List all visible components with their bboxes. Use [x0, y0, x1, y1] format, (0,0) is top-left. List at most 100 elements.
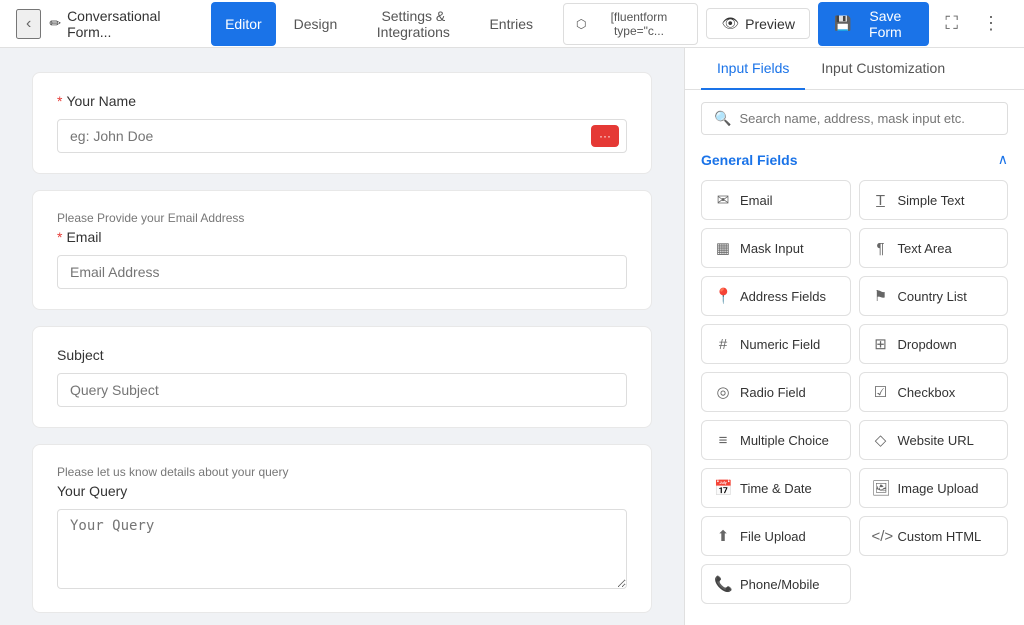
- field-btn-label: Email: [740, 193, 773, 208]
- subject-field-card: Subject: [32, 326, 652, 428]
- field-btn-radio-field[interactable]: ◎ Radio Field: [701, 372, 851, 412]
- field-btn-image-upload[interactable]: 🖼 Image Upload: [859, 468, 1009, 508]
- main-layout: * Your Name ··· Please Provide your Emai…: [0, 48, 1024, 625]
- field-btn-label: Radio Field: [740, 385, 806, 400]
- search-input[interactable]: [739, 111, 995, 126]
- required-star: *: [57, 93, 62, 109]
- shortcode-icon: ⬡: [576, 17, 586, 31]
- email-field-icon: ✉: [714, 191, 732, 209]
- preview-label: Preview: [745, 16, 795, 32]
- query-label: Your Query: [57, 483, 627, 499]
- text-area-icon: ¶: [872, 240, 890, 257]
- shortcode-button[interactable]: ⬡ [fluentform type="c...: [563, 3, 698, 45]
- required-star-email: *: [57, 229, 62, 245]
- field-btn-custom-html[interactable]: </> Custom HTML: [859, 516, 1009, 556]
- subject-label: Subject: [57, 347, 627, 363]
- field-btn-label: Numeric Field: [740, 337, 820, 352]
- tab-editor[interactable]: Editor: [211, 2, 276, 46]
- country-list-icon: ⚑: [872, 287, 890, 305]
- form-title-text: Conversational Form...: [67, 8, 187, 40]
- custom-html-icon: </>: [872, 528, 890, 545]
- field-btn-label: Country List: [898, 289, 967, 304]
- back-button[interactable]: ‹: [16, 9, 41, 39]
- query-textarea[interactable]: [57, 509, 627, 589]
- panel-tabs: Input Fields Input Customization: [685, 48, 1024, 90]
- field-btn-checkbox[interactable]: ☑ Checkbox: [859, 372, 1009, 412]
- field-btn-email[interactable]: ✉ Email: [701, 180, 851, 220]
- field-btn-country-list[interactable]: ⚑ Country List: [859, 276, 1009, 316]
- field-btn-label: Mask Input: [740, 241, 804, 256]
- mask-input-icon: ▦: [714, 239, 732, 257]
- field-btn-multiple-choice[interactable]: ≡ Multiple Choice: [701, 420, 851, 460]
- phone-mobile-icon: 📞: [714, 575, 732, 593]
- field-btn-text-area[interactable]: ¶ Text Area: [859, 228, 1009, 268]
- field-btn-label: Dropdown: [898, 337, 957, 352]
- eye-icon: 👁: [721, 15, 739, 32]
- tab-input-fields[interactable]: Input Fields: [701, 48, 805, 90]
- email-input[interactable]: [57, 255, 627, 289]
- radio-field-icon: ◎: [714, 383, 732, 401]
- search-box: 🔍: [701, 102, 1008, 135]
- tab-input-customization[interactable]: Input Customization: [805, 48, 961, 90]
- fullscreen-button[interactable]: ⛶: [937, 9, 966, 38]
- simple-text-icon: T̲: [872, 192, 890, 209]
- field-btn-label: Text Area: [898, 241, 952, 256]
- checkbox-icon: ☑: [872, 383, 890, 401]
- section-header: General Fields ∧: [701, 151, 1008, 168]
- field-btn-dropdown[interactable]: ⊞ Dropdown: [859, 324, 1009, 364]
- left-panel: * Your Name ··· Please Provide your Emai…: [0, 48, 684, 625]
- name-label: * Your Name: [57, 93, 627, 109]
- collapse-icon[interactable]: ∧: [998, 151, 1008, 168]
- preview-button[interactable]: 👁 Preview: [706, 8, 810, 39]
- section-title: General Fields: [701, 152, 797, 168]
- name-field-card: * Your Name ···: [32, 72, 652, 174]
- field-btn-label: Simple Text: [898, 193, 965, 208]
- query-field-card: Please let us know details about your qu…: [32, 444, 652, 613]
- nav-tabs: Editor Design Settings & Integrations En…: [211, 2, 547, 46]
- fields-grid: ✉ Email T̲ Simple Text ▦ Mask Input ¶ Te…: [701, 180, 1008, 604]
- more-button[interactable]: ⋮: [974, 9, 1008, 38]
- shortcode-label: [fluentform type="c...: [593, 10, 686, 38]
- name-input[interactable]: [57, 119, 627, 153]
- website-url-icon: ◇: [872, 431, 890, 449]
- right-panel: Input Fields Input Customization 🔍 Gener…: [684, 48, 1024, 625]
- address-fields-icon: 📍: [714, 287, 732, 305]
- save-icon: 💾: [834, 15, 851, 32]
- query-sublabel: Please let us know details about your qu…: [57, 465, 627, 479]
- search-icon: 🔍: [714, 110, 731, 127]
- email-sublabel: Please Provide your Email Address: [57, 211, 627, 225]
- multiple-choice-icon: ≡: [714, 432, 732, 449]
- dropdown-icon: ⊞: [872, 335, 890, 353]
- email-field-card: Please Provide your Email Address * Emai…: [32, 190, 652, 310]
- field-btn-website-url[interactable]: ◇ Website URL: [859, 420, 1009, 460]
- form-title-area: ✏ Conversational Form...: [49, 8, 187, 40]
- field-btn-label: Phone/Mobile: [740, 577, 820, 592]
- field-btn-address-fields[interactable]: 📍 Address Fields: [701, 276, 851, 316]
- field-btn-file-upload[interactable]: ⬆ File Upload: [701, 516, 851, 556]
- field-btn-time-date[interactable]: 📅 Time & Date: [701, 468, 851, 508]
- field-btn-label: Image Upload: [898, 481, 979, 496]
- panel-content: 🔍 General Fields ∧ ✉ Email T̲ Simple Tex…: [685, 90, 1024, 625]
- image-upload-icon: 🖼: [872, 479, 890, 497]
- save-button[interactable]: 💾 Save Form: [818, 2, 929, 46]
- time-date-icon: 📅: [714, 479, 732, 497]
- name-action-button[interactable]: ···: [591, 125, 619, 147]
- field-btn-label: Website URL: [898, 433, 974, 448]
- email-label: * Email: [57, 229, 627, 245]
- subject-input[interactable]: [57, 373, 627, 407]
- field-btn-label: Multiple Choice: [740, 433, 829, 448]
- field-btn-label: Checkbox: [898, 385, 956, 400]
- top-nav: ‹ ✏ Conversational Form... Editor Design…: [0, 0, 1024, 48]
- save-label: Save Form: [857, 8, 913, 40]
- tab-entries[interactable]: Entries: [475, 2, 547, 46]
- tab-design[interactable]: Design: [280, 2, 352, 46]
- numeric-field-icon: #: [714, 336, 732, 353]
- tab-settings[interactable]: Settings & Integrations: [355, 2, 471, 46]
- field-btn-simple-text[interactable]: T̲ Simple Text: [859, 180, 1009, 220]
- file-upload-icon: ⬆: [714, 527, 732, 545]
- name-input-wrapper: ···: [57, 119, 627, 153]
- field-btn-phone-mobile[interactable]: 📞 Phone/Mobile: [701, 564, 851, 604]
- field-btn-mask-input[interactable]: ▦ Mask Input: [701, 228, 851, 268]
- field-btn-numeric-field[interactable]: # Numeric Field: [701, 324, 851, 364]
- field-btn-label: Custom HTML: [898, 529, 982, 544]
